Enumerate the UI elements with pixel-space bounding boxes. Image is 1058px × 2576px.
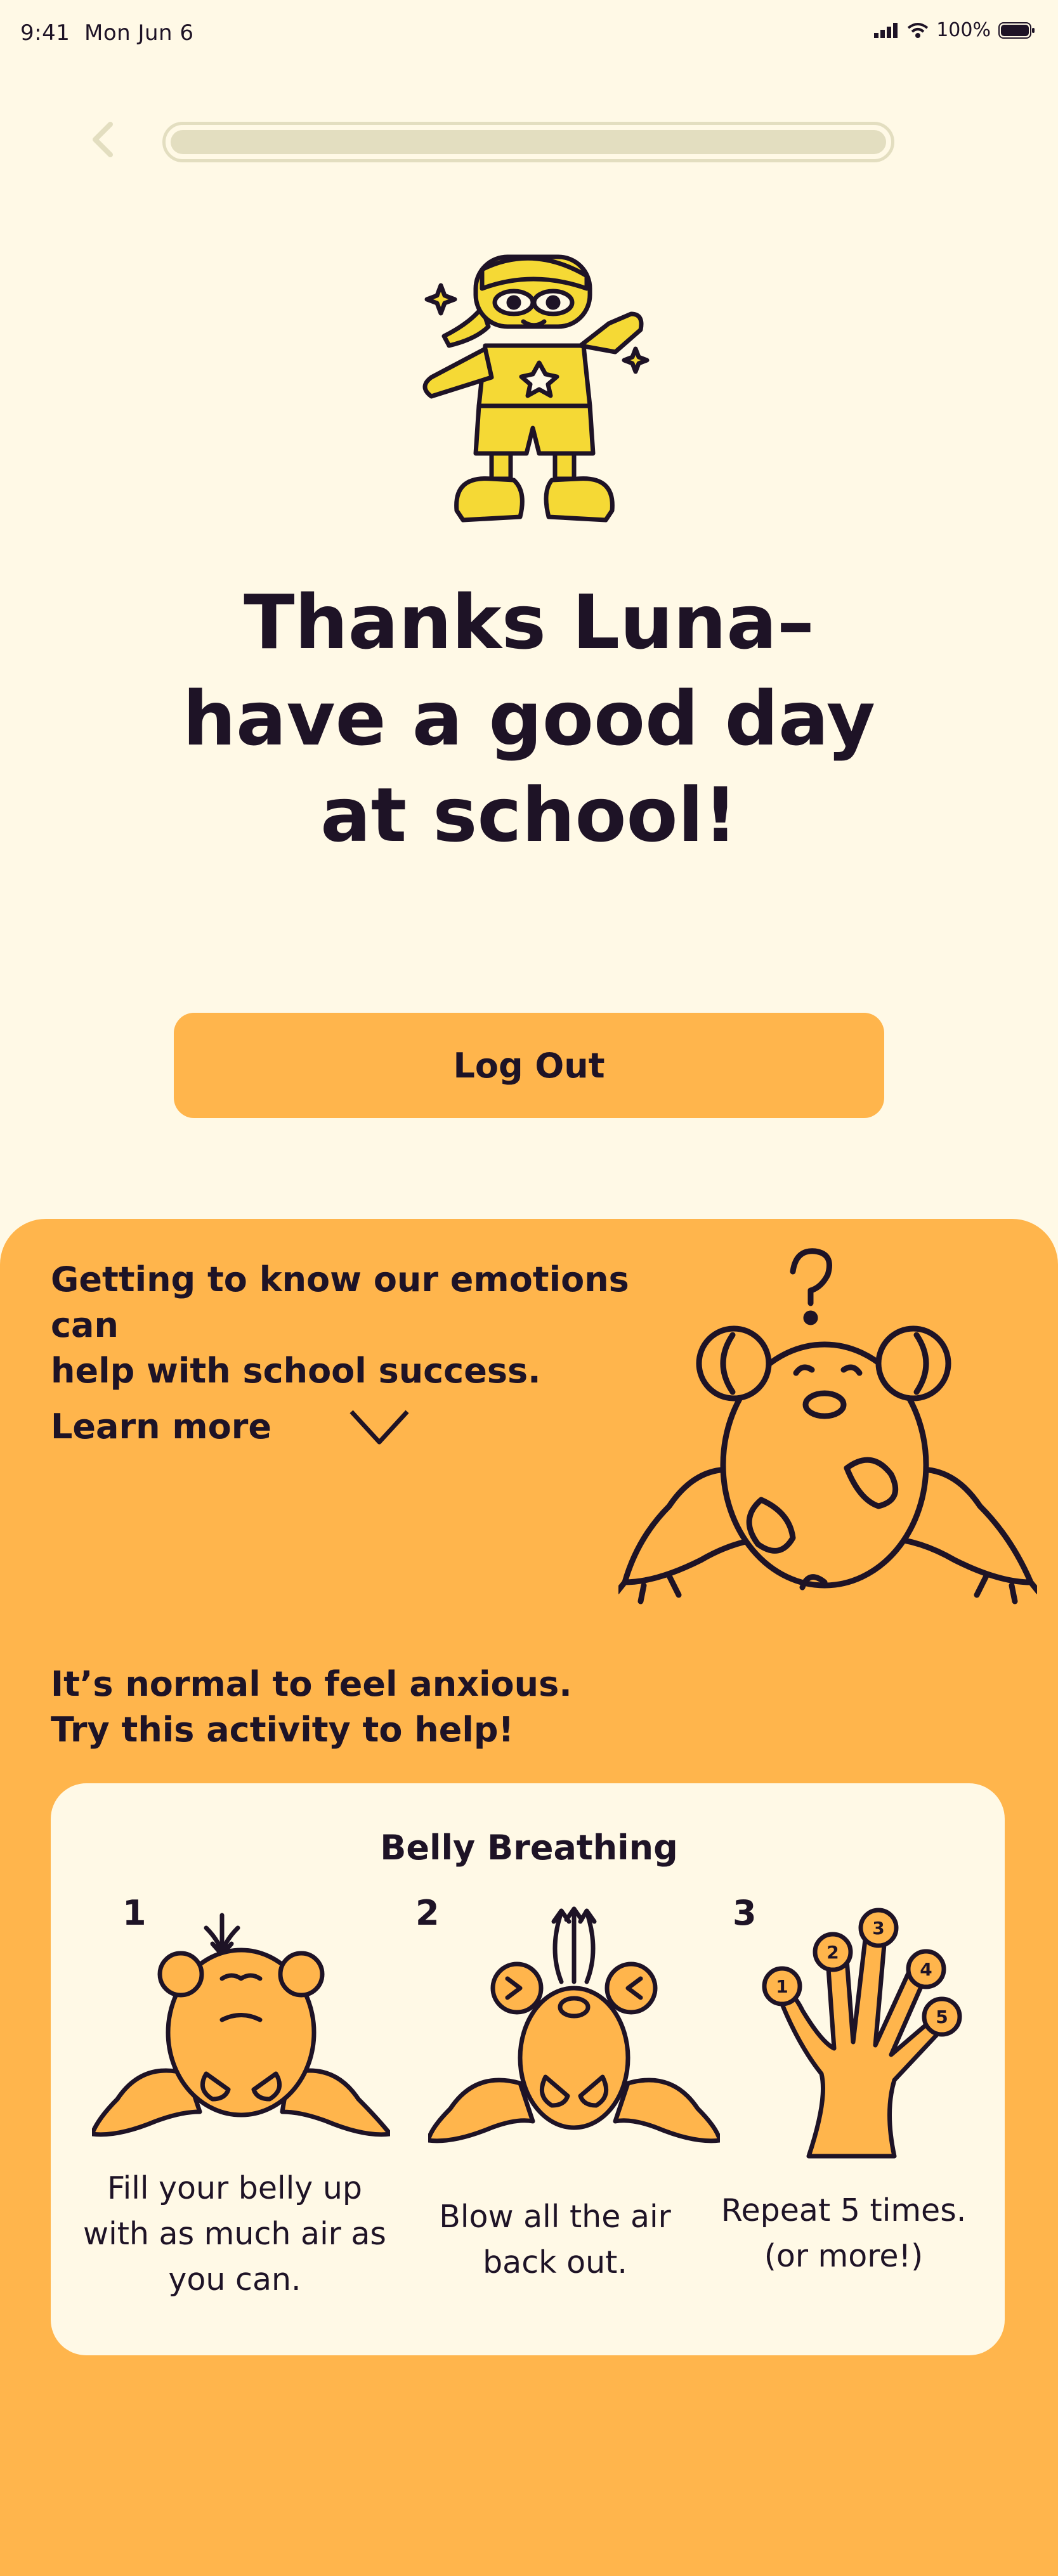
date-text: Mon Jun 6 <box>84 20 194 46</box>
anxious-message: It’s normal to feel anxious. Try this ac… <box>51 1662 748 1753</box>
finger-label-1: 1 <box>776 1976 788 1997</box>
headline-line-1: Thanks Luna– <box>244 578 814 666</box>
status-time: 9:41 Mon Jun 6 <box>20 20 194 46</box>
step-1-caption: Fill your belly up with as much air as y… <box>70 2166 400 2303</box>
status-indicators: 100% <box>874 19 1035 41</box>
confused-frog-illustration <box>618 1248 1037 1604</box>
step-2-line-1: Blow all the air <box>439 2199 671 2235</box>
info-line-2: help with school success. <box>51 1351 541 1391</box>
step-2-line-2: back out. <box>483 2244 627 2280</box>
inhale-frog-illustration <box>92 1913 390 2137</box>
kid-mascot-illustration <box>422 254 650 523</box>
thank-you-headline: Thanks Luna– have a good day at school! <box>101 574 957 863</box>
step-1-line-2: with as much air as <box>83 2216 386 2252</box>
progress-bar <box>162 122 894 162</box>
headline-line-3: at school! <box>320 771 738 859</box>
finger-label-4: 4 <box>920 1959 932 1980</box>
learn-more-label: Learn more <box>51 1407 271 1447</box>
headline-line-2: have a good day <box>183 675 875 762</box>
activity-title: Belly Breathing <box>380 1828 678 1868</box>
signal-icon <box>874 22 898 38</box>
time-text: 9:41 <box>20 20 70 46</box>
info-line-1: Getting to know our emotions can <box>51 1259 629 1345</box>
exhale-frog-illustration <box>428 1906 720 2143</box>
back-button[interactable] <box>84 114 122 165</box>
battery-percent: 100% <box>936 19 991 41</box>
step-2-caption: Blow all the air back out. <box>390 2194 720 2286</box>
step-3-caption: Repeat 5 times. (or more!) <box>704 2188 983 2279</box>
learn-more-toggle[interactable]: Learn more <box>51 1407 411 1447</box>
logout-button[interactable]: Log Out <box>174 1013 884 1118</box>
finger-label-3: 3 <box>872 1918 884 1939</box>
anxious-line-2: Try this activity to help! <box>51 1710 514 1750</box>
chevron-down-icon <box>349 1410 409 1444</box>
finger-label-5: 5 <box>936 2007 948 2027</box>
step-3-line-2: (or more!) <box>764 2238 924 2274</box>
finger-label-2: 2 <box>826 1942 839 1963</box>
anxious-line-1: It’s normal to feel anxious. <box>51 1664 572 1704</box>
step-1-line-3: you can. <box>168 2261 301 2298</box>
step-3-line-1: Repeat 5 times. <box>721 2192 967 2228</box>
wifi-icon <box>907 22 929 38</box>
step-1-line-1: Fill your belly up <box>107 2170 362 2206</box>
chevron-left-icon <box>93 122 113 157</box>
step-3-number: 3 <box>733 1893 757 1933</box>
counting-hand-illustration: 1 2 3 4 5 <box>762 1908 962 2159</box>
progress-fill <box>171 130 886 154</box>
emotions-info-text: Getting to know our emotions can help wi… <box>51 1257 685 1394</box>
battery-icon <box>998 22 1035 39</box>
